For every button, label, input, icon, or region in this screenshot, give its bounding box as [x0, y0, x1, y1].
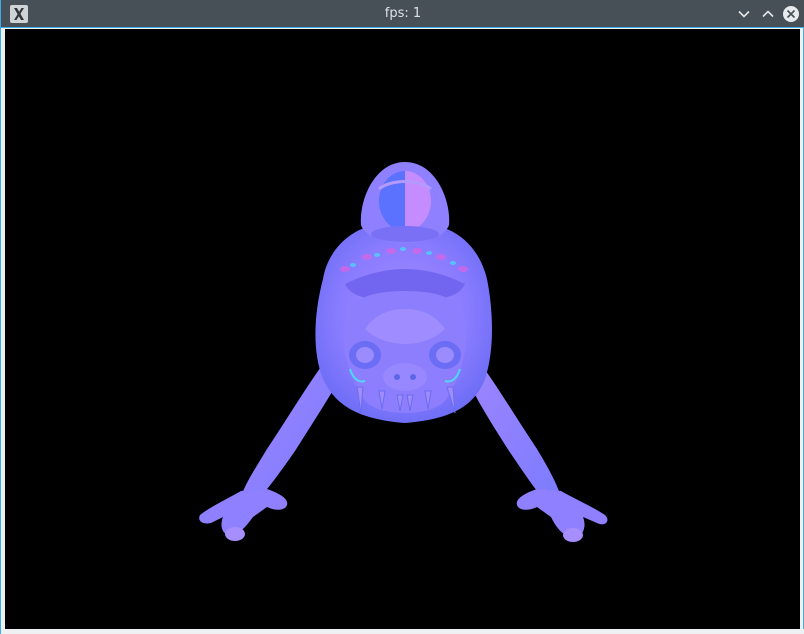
close-button[interactable] — [782, 5, 800, 23]
title-bar[interactable]: fps: 1 — [1, 0, 804, 28]
render-viewport[interactable] — [5, 29, 800, 629]
x11-app-icon[interactable] — [10, 5, 28, 23]
chevron-down-icon — [738, 10, 750, 18]
application-window: fps: 1 — [0, 0, 804, 634]
minimize-button[interactable] — [735, 5, 753, 23]
window-bottom-border — [1, 629, 804, 634]
close-icon — [786, 9, 796, 19]
maximize-button[interactable] — [759, 5, 777, 23]
window-title: fps: 1 — [384, 6, 422, 21]
rendered-frog-model — [199, 162, 608, 542]
chevron-up-icon — [762, 10, 774, 18]
